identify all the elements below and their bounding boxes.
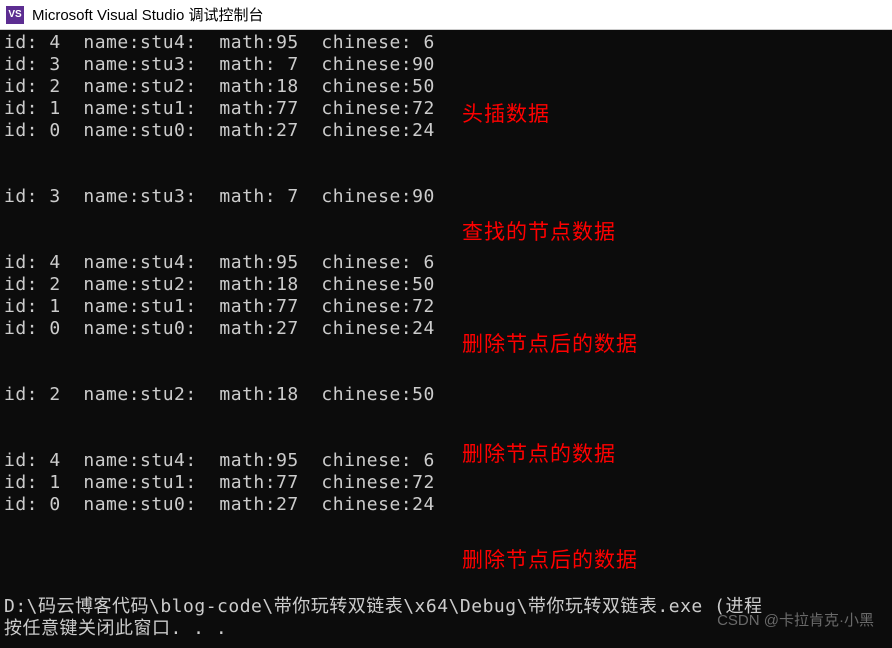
annotation-label: 删除节点后的数据 bbox=[462, 544, 638, 574]
output-row: id: 1 name:stu1: math:77 chinese:72 bbox=[4, 296, 888, 318]
annotation-label: 删除节点的数据 bbox=[462, 438, 616, 468]
blank-line bbox=[4, 208, 888, 230]
output-row: id: 1 name:stu1: math:77 chinese:72 bbox=[4, 98, 888, 120]
output-row: id: 2 name:stu2: math:18 chinese:50 bbox=[4, 384, 888, 406]
output-row: id: 4 name:stu4: math:95 chinese: 6 bbox=[4, 450, 888, 472]
vs-icon-label: VS bbox=[8, 9, 21, 20]
blank-line bbox=[4, 340, 888, 362]
output-row: id: 4 name:stu4: math:95 chinese: 6 bbox=[4, 32, 888, 54]
console-output: id: 4 name:stu4: math:95 chinese: 6id: 3… bbox=[0, 30, 892, 518]
output-row: id: 0 name:stu0: math:27 chinese:24 bbox=[4, 120, 888, 142]
annotation-label: 头插数据 bbox=[462, 98, 550, 128]
blank-line bbox=[4, 230, 888, 252]
window-titlebar: VS Microsoft Visual Studio 调试控制台 bbox=[0, 0, 892, 30]
output-row: id: 2 name:stu2: math:18 chinese:50 bbox=[4, 76, 888, 98]
output-row: id: 3 name:stu3: math: 7 chinese:90 bbox=[4, 54, 888, 76]
blank-line bbox=[4, 142, 888, 164]
output-row: id: 3 name:stu3: math: 7 chinese:90 bbox=[4, 186, 888, 208]
output-row: id: 0 name:stu0: math:27 chinese:24 bbox=[4, 494, 888, 516]
blank-line bbox=[4, 428, 888, 450]
annotation-label: 删除节点后的数据 bbox=[462, 328, 638, 358]
output-row: id: 2 name:stu2: math:18 chinese:50 bbox=[4, 274, 888, 296]
watermark: CSDN @卡拉肯克·小黑 bbox=[717, 609, 874, 630]
output-row: id: 1 name:stu1: math:77 chinese:72 bbox=[4, 472, 888, 494]
output-row: id: 4 name:stu4: math:95 chinese: 6 bbox=[4, 252, 888, 274]
annotation-label: 查找的节点数据 bbox=[462, 216, 616, 246]
window-title: Microsoft Visual Studio 调试控制台 bbox=[32, 4, 263, 25]
vs-icon: VS bbox=[6, 6, 24, 24]
output-row: id: 0 name:stu0: math:27 chinese:24 bbox=[4, 318, 888, 340]
blank-line bbox=[4, 406, 888, 428]
blank-line bbox=[4, 164, 888, 186]
blank-line bbox=[4, 362, 888, 384]
